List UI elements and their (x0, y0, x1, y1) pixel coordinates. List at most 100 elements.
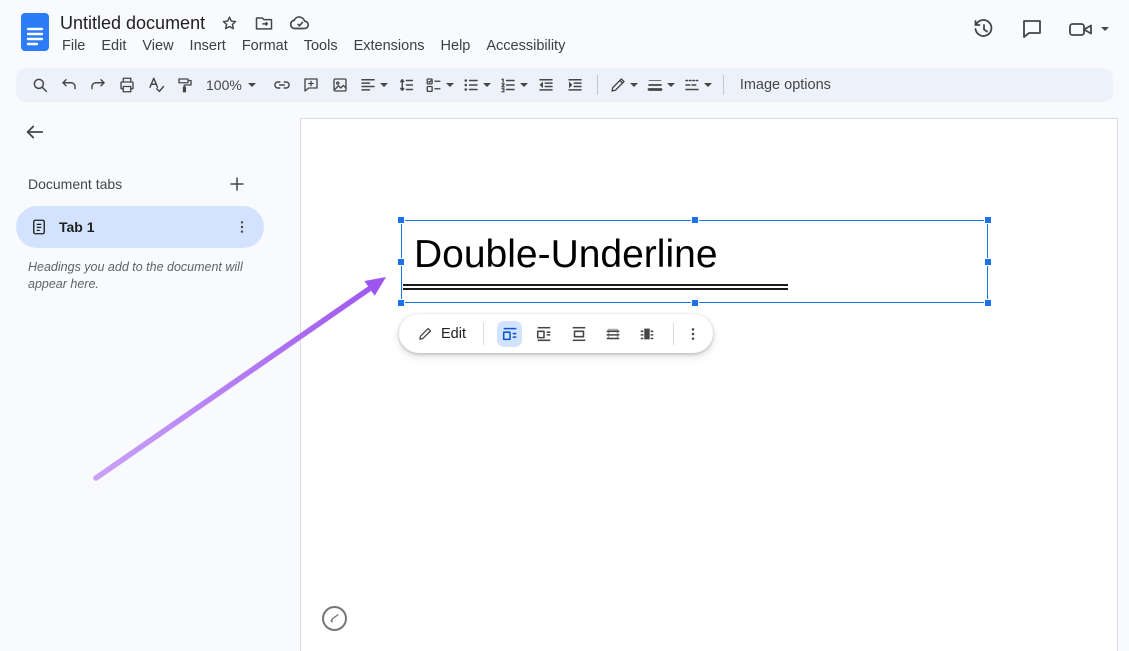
join-call-button[interactable] (1068, 17, 1109, 41)
menu-tools[interactable]: Tools (296, 35, 346, 57)
add-tab-button[interactable] (228, 175, 246, 193)
folder-move-icon (254, 13, 274, 33)
hide-outline-button[interactable] (24, 121, 46, 143)
resize-handle-bottom-right[interactable] (984, 299, 992, 307)
double-underline-line-1 (403, 284, 788, 286)
toolbar-separator (723, 75, 724, 95)
undo-icon (60, 76, 78, 94)
tab-label: Tab 1 (59, 219, 223, 235)
menu-edit[interactable]: Edit (93, 35, 134, 57)
numbered-list-button[interactable] (496, 72, 531, 99)
tab-options-button[interactable] (234, 219, 250, 235)
resize-handle-top-middle[interactable] (691, 216, 699, 224)
edit-drawing-button[interactable]: Edit (411, 325, 472, 342)
border-weight-caret-icon (667, 83, 675, 87)
bulleted-list-icon (462, 76, 480, 94)
menu-format[interactable]: Format (234, 35, 296, 57)
kebab-menu-icon (234, 219, 250, 235)
undo-button[interactable] (55, 72, 82, 99)
in-front-of-text-button[interactable] (635, 321, 660, 347)
document-title[interactable]: Untitled document (60, 13, 205, 34)
paint-format-button[interactable] (171, 72, 198, 99)
menu-help[interactable]: Help (433, 35, 479, 57)
search-icon (31, 76, 49, 94)
google-docs-window: Untitled document File Edit View Insert … (0, 0, 1129, 651)
behind-text-button[interactable] (600, 321, 625, 347)
wrap-text-button[interactable] (531, 321, 556, 347)
google-docs-logo[interactable] (20, 12, 50, 52)
more-image-options-button[interactable] (685, 326, 701, 342)
bulleted-list-button[interactable] (459, 72, 494, 99)
print-icon (118, 76, 136, 94)
sidebar-tab-1[interactable]: Tab 1 (16, 206, 264, 248)
menu-accessibility[interactable]: Accessibility (478, 35, 573, 57)
image-options-button[interactable]: Image options (732, 77, 839, 93)
docs-logo-icon (20, 12, 50, 52)
add-comment-button[interactable] (298, 72, 325, 99)
toolbar-separator (673, 323, 674, 345)
print-button[interactable] (113, 72, 140, 99)
star-icon (220, 14, 239, 33)
increase-indent-button[interactable] (562, 72, 589, 99)
document-page[interactable]: Double-Underline Edit (300, 118, 1118, 651)
arrow-left-icon (24, 121, 46, 143)
search-menus-button[interactable] (26, 72, 53, 99)
insert-image-button[interactable] (327, 72, 354, 99)
version-history-icon (972, 17, 996, 41)
border-color-caret-icon (630, 83, 638, 87)
menu-insert[interactable]: Insert (182, 35, 234, 57)
align-button[interactable] (356, 72, 391, 99)
version-history-button[interactable] (972, 17, 996, 41)
explore-icon (328, 612, 341, 625)
break-text-button[interactable] (566, 321, 591, 347)
menu-file[interactable]: File (54, 35, 93, 57)
resize-handle-middle-right[interactable] (984, 258, 992, 266)
zoom-select[interactable]: 100% (200, 72, 259, 99)
numbered-list-icon (499, 76, 517, 94)
toolbar-separator (483, 323, 484, 345)
border-weight-button[interactable] (643, 72, 678, 99)
border-dash-caret-icon (704, 83, 712, 87)
insert-link-button[interactable] (269, 72, 296, 99)
pencil-icon (417, 325, 434, 342)
spelling-check-button[interactable] (142, 72, 169, 99)
border-dash-icon (683, 76, 701, 94)
toolbar-separator (597, 75, 598, 95)
wrap-text-icon (535, 325, 553, 343)
checklist-icon (425, 76, 443, 94)
border-color-button[interactable] (606, 72, 641, 99)
resize-handle-bottom-middle[interactable] (691, 299, 699, 307)
star-button[interactable] (220, 14, 239, 33)
menu-extensions[interactable]: Extensions (346, 35, 433, 57)
resize-handle-top-right[interactable] (984, 216, 992, 224)
spelling-check-icon (147, 76, 165, 94)
double-underline-line-2 (403, 288, 788, 290)
line-spacing-button[interactable] (393, 72, 420, 99)
move-to-folder-button[interactable] (254, 13, 274, 33)
wrap-in-line-button[interactable] (497, 321, 522, 347)
paint-format-icon (176, 76, 194, 94)
kebab-menu-icon (685, 326, 701, 342)
document-status-button[interactable] (289, 12, 311, 34)
resize-handle-middle-left[interactable] (397, 258, 405, 266)
menu-view[interactable]: View (134, 35, 181, 57)
bulleted-list-caret-icon (483, 83, 491, 87)
decrease-indent-icon (537, 76, 555, 94)
explore-button[interactable] (322, 606, 347, 631)
resize-handle-bottom-left[interactable] (397, 299, 405, 307)
cloud-saved-icon (289, 12, 311, 34)
insert-link-icon (273, 76, 291, 94)
redo-icon (89, 76, 107, 94)
decrease-indent-button[interactable] (533, 72, 560, 99)
increase-indent-icon (566, 76, 584, 94)
left-sidebar: Document tabs Tab 1 Headings you add to … (0, 102, 300, 651)
checklist-caret-icon (446, 83, 454, 87)
border-dash-button[interactable] (680, 72, 715, 99)
checklist-button[interactable] (422, 72, 457, 99)
align-left-icon (359, 76, 377, 94)
border-weight-icon (646, 76, 664, 94)
comment-icon (1020, 17, 1044, 41)
comments-button[interactable] (1020, 17, 1044, 41)
resize-handle-top-left[interactable] (397, 216, 405, 224)
redo-button[interactable] (84, 72, 111, 99)
